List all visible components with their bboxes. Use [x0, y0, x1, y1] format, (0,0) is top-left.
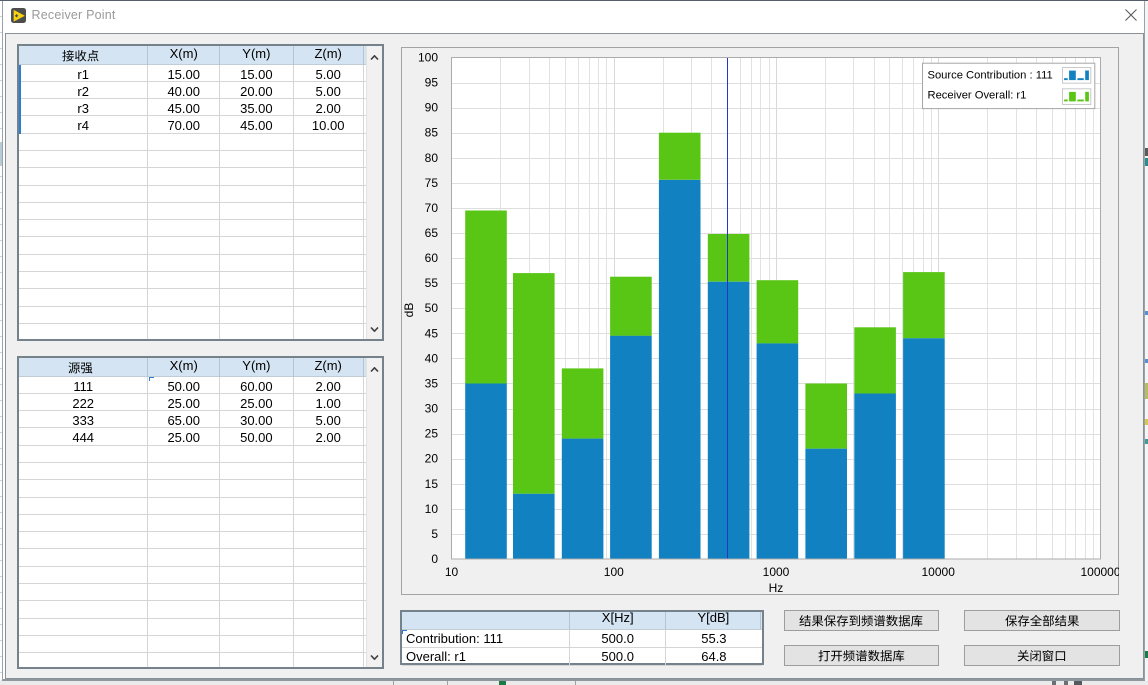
svg-text:80: 80	[425, 151, 439, 165]
svg-text:85: 85	[425, 126, 439, 140]
svg-text:60: 60	[425, 251, 439, 265]
svg-text:1000: 1000	[763, 565, 790, 579]
svg-text:dB: dB	[402, 303, 416, 318]
svg-text:0: 0	[431, 552, 438, 566]
svg-text:10: 10	[445, 565, 459, 579]
svg-text:45: 45	[425, 326, 439, 340]
svg-text:55: 55	[425, 276, 439, 290]
svg-text:20: 20	[425, 452, 439, 466]
svg-text:30: 30	[425, 402, 439, 416]
svg-text:100: 100	[418, 51, 438, 65]
svg-text:15: 15	[425, 477, 439, 491]
svg-text:5: 5	[431, 527, 438, 541]
svg-text:Source Contribution : 111: Source Contribution : 111	[928, 70, 1053, 82]
svg-text:Receiver Overall: r1: Receiver Overall: r1	[928, 90, 1027, 102]
svg-text:75: 75	[425, 176, 439, 190]
svg-text:50: 50	[425, 301, 439, 315]
svg-text:10: 10	[425, 502, 439, 516]
svg-text:100: 100	[604, 565, 624, 579]
svg-text:25: 25	[425, 427, 439, 441]
svg-text:65: 65	[425, 226, 439, 240]
svg-text:95: 95	[425, 76, 439, 90]
svg-text:40: 40	[425, 351, 439, 365]
svg-text:70: 70	[425, 201, 439, 215]
svg-text:Hz: Hz	[769, 581, 784, 595]
svg-text:35: 35	[425, 377, 439, 391]
svg-text:100000: 100000	[1080, 565, 1119, 579]
svg-text:90: 90	[425, 101, 439, 115]
svg-text:10000: 10000	[922, 565, 956, 579]
